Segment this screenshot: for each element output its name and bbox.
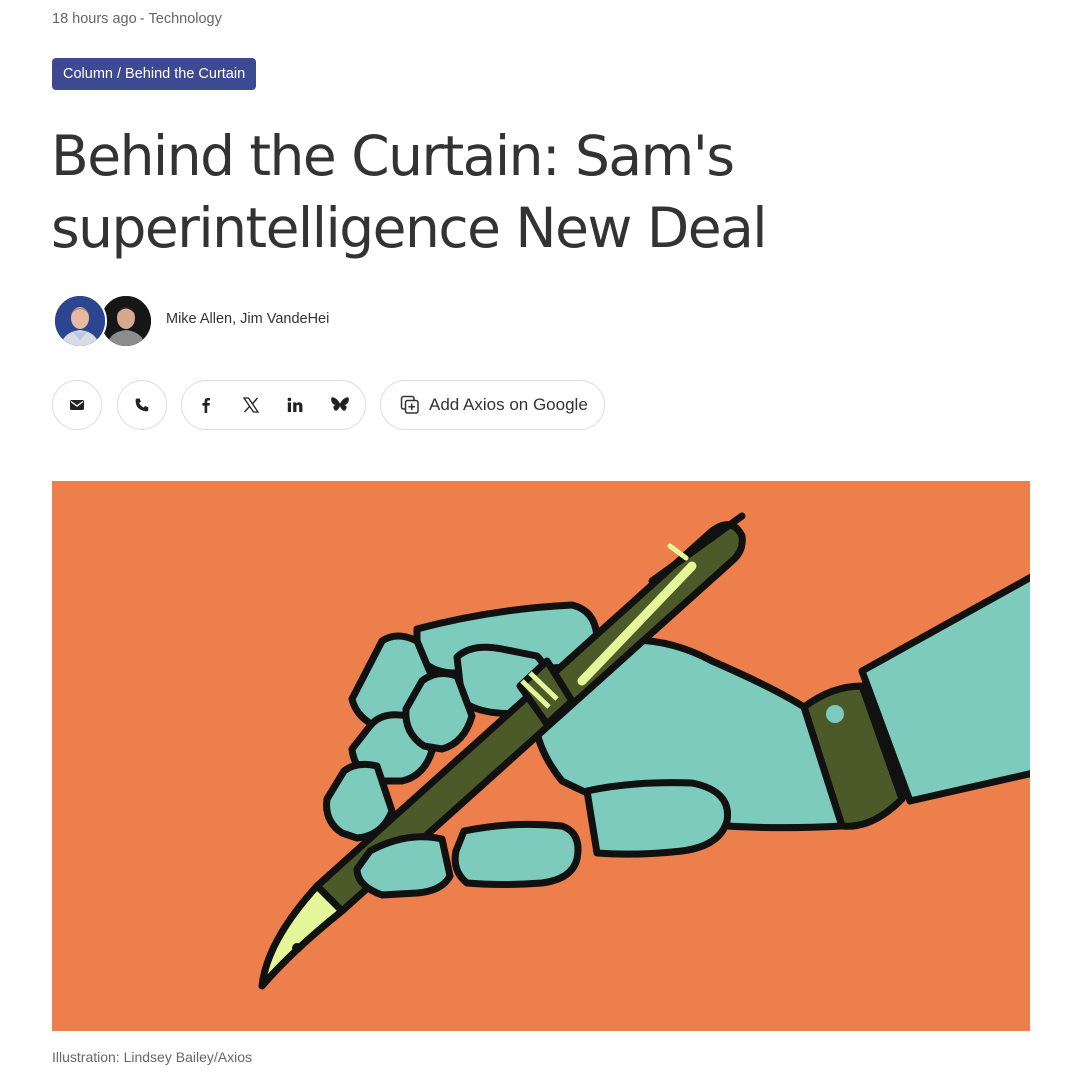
article-meta: 18 hours ago - Technology	[52, 11, 222, 27]
bluesky-share-button[interactable]	[322, 381, 358, 429]
x-share-button[interactable]	[233, 381, 269, 429]
x-icon	[242, 397, 260, 413]
avatar-jim-vandehei[interactable]	[99, 294, 153, 348]
author-names[interactable]: Mike Allen, Jim VandeHei	[166, 311, 329, 327]
robot-hand-writing-illustration	[52, 481, 1030, 1031]
phone-share-button[interactable]	[117, 380, 167, 430]
add-source-icon	[400, 395, 419, 414]
bluesky-icon	[331, 397, 349, 411]
column-tag[interactable]: Column / Behind the Curtain	[52, 58, 257, 90]
image-caption: Illustration: Lindsey Bailey/Axios	[52, 1049, 252, 1065]
meta-separator: -	[139, 11, 145, 27]
email-share-button[interactable]	[52, 380, 102, 430]
timestamp: 18 hours ago	[52, 11, 137, 27]
byline: Mike Allen, Jim VandeHei	[53, 294, 653, 348]
page-title: Behind the Curtain: Sam's superintellige…	[51, 120, 951, 264]
title-line-1: Behind the Curtain: Sam's	[51, 124, 735, 188]
category-link[interactable]: Technology	[149, 11, 222, 27]
linkedin-share-button[interactable]	[277, 381, 313, 429]
hero-illustration	[52, 481, 1030, 1031]
email-icon	[70, 400, 84, 410]
linkedin-icon	[287, 397, 303, 412]
avatar-mike-allen[interactable]	[53, 294, 107, 348]
add-axios-on-google-button[interactable]: Add Axios on Google	[380, 380, 605, 430]
article-page: 18 hours ago - Technology Column / Behind …	[0, 0, 1080, 1092]
facebook-icon	[202, 398, 210, 413]
title-line-2: superintelligence New Deal	[51, 196, 768, 260]
social-share-group	[181, 380, 366, 430]
facebook-share-button[interactable]	[188, 381, 224, 429]
add-axios-on-google-label: Add Axios on Google	[429, 395, 588, 414]
phone-icon	[135, 398, 149, 412]
